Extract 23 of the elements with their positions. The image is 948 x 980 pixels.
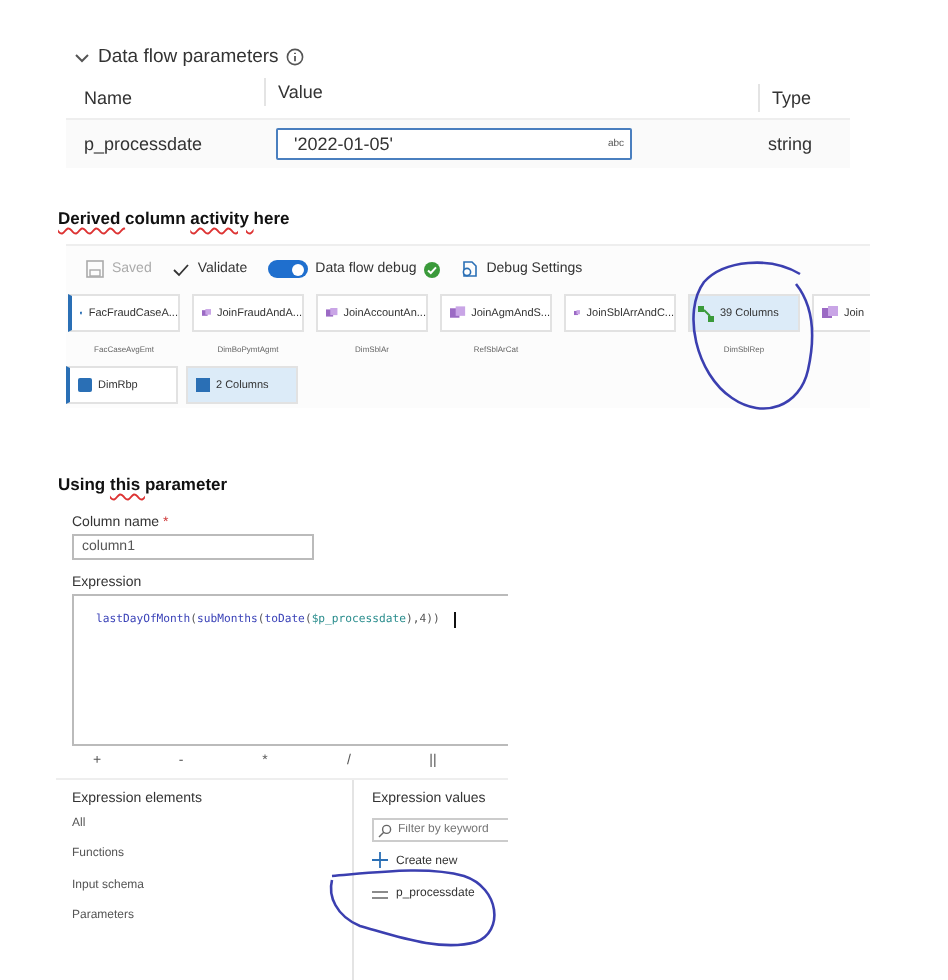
- join-icon: [450, 306, 466, 320]
- plus-icon: [372, 852, 388, 868]
- note-heading: Derived column activity here: [58, 208, 290, 228]
- note-heading: Using this parameter: [58, 474, 228, 494]
- derived-column-icon: [698, 305, 714, 321]
- info-icon: [286, 48, 305, 66]
- checkmark-icon: [171, 261, 190, 277]
- column-header: Name: [82, 88, 135, 108]
- join-icon: [822, 306, 838, 320]
- select-icon: [196, 378, 210, 392]
- section-title: Data flow parameters: [98, 46, 279, 68]
- parameter-name: p_processdate: [82, 134, 205, 154]
- save-icon: [86, 260, 104, 278]
- column-header: Type: [758, 84, 812, 112]
- parameter-icon: [372, 889, 388, 899]
- column-header: Value: [264, 78, 758, 106]
- parameter-type: string: [766, 134, 813, 154]
- join-icon: [202, 306, 211, 320]
- chevron-icon[interactable]: [74, 51, 90, 63]
- document-icon: [460, 260, 479, 278]
- debug-toggle[interactable]: [267, 260, 308, 278]
- check-circle-icon: [424, 261, 441, 277]
- join-icon: [326, 306, 338, 320]
